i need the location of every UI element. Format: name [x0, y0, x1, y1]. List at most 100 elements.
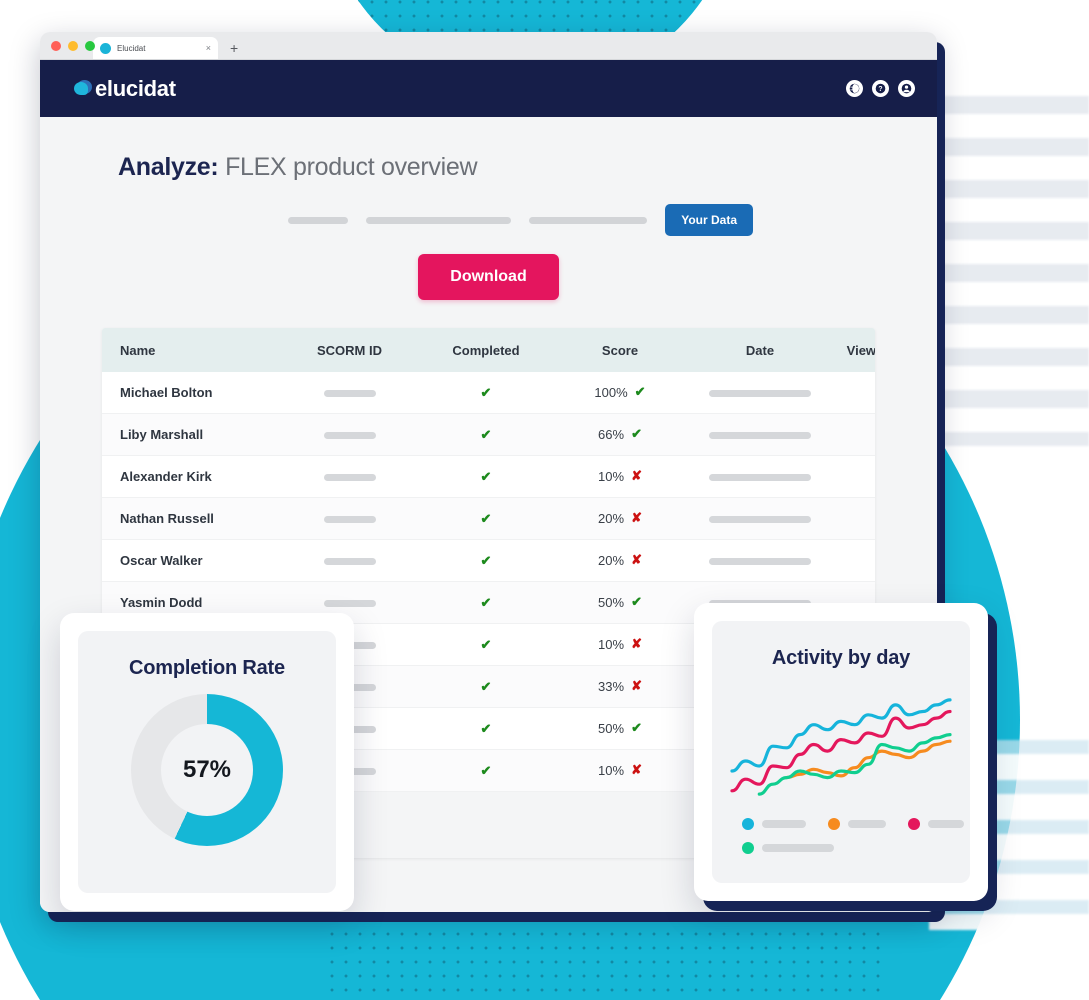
- cell-completed: ✔: [480, 678, 492, 694]
- table-row[interactable]: Oscar Walker ✔ 20% ✘: [102, 540, 875, 582]
- cell-name: Liby Marshall: [120, 427, 204, 442]
- column-header-date[interactable]: Date: [685, 343, 835, 358]
- globe-icon[interactable]: [846, 80, 863, 97]
- window-traffic-lights: [51, 41, 95, 51]
- page-title: Analyze: FLEX product overview: [40, 117, 937, 182]
- download-row: Download: [40, 236, 937, 300]
- cell-scorm-id: [282, 552, 417, 570]
- legend-item-3[interactable]: [908, 818, 964, 830]
- table-row[interactable]: Michael Bolton ✔ 100% ✔: [102, 372, 875, 414]
- completion-rate-donut: 57%: [131, 694, 283, 846]
- donut-value-label: 57%: [182, 756, 232, 783]
- white-corner-mask: [939, 0, 1089, 100]
- cell-view-answers[interactable]: [835, 509, 875, 529]
- cell-completed: ✔: [480, 426, 492, 442]
- cell-score: 10% ✘: [598, 468, 642, 484]
- legend-label-placeholder-2: [848, 820, 886, 828]
- legend-dot-orange: [828, 818, 840, 830]
- cell-scorm-id: [282, 510, 417, 528]
- your-data-button[interactable]: Your Data: [665, 204, 753, 236]
- cell-score: 20% ✘: [598, 510, 642, 526]
- page-title-prefix: Analyze:: [118, 153, 219, 181]
- cell-name: Michael Bolton: [120, 385, 213, 400]
- legend-item-1[interactable]: [742, 818, 806, 830]
- cell-completed: ✔: [480, 720, 492, 736]
- toolbar: Your Data: [40, 182, 937, 236]
- maximize-window-icon[interactable]: [85, 41, 95, 51]
- legend-dot-pink: [908, 818, 920, 830]
- activity-series-0: [730, 698, 952, 773]
- column-header-view-answers[interactable]: View Answers: [835, 343, 875, 358]
- minimize-window-icon[interactable]: [68, 41, 78, 51]
- cell-view-answers[interactable]: [835, 551, 875, 571]
- download-button[interactable]: Download: [418, 254, 559, 300]
- activity-card-inner: Activity by day: [712, 621, 970, 883]
- cell-score: 50% ✔: [598, 720, 642, 736]
- cell-score: 50% ✔: [598, 594, 642, 610]
- header-icon-group: ?: [846, 80, 915, 97]
- table-row[interactable]: Alexander Kirk ✔ 10% ✘: [102, 456, 875, 498]
- cell-score: 20% ✘: [598, 552, 642, 568]
- table-row[interactable]: Liby Marshall ✔ 66% ✔: [102, 414, 875, 456]
- cell-score: 10% ✘: [598, 762, 642, 778]
- cell-date: [685, 510, 835, 528]
- completion-rate-card-inner: Completion Rate 57%: [78, 631, 336, 893]
- donut-center: 57%: [161, 724, 253, 816]
- new-tab-button[interactable]: +: [230, 41, 238, 55]
- help-icon[interactable]: ?: [872, 80, 889, 97]
- legend-dot-green: [742, 842, 754, 854]
- table-header-row: Name SCORM ID Completed Score Date View …: [102, 328, 875, 372]
- cell-completed: ✔: [480, 510, 492, 526]
- cell-completed: ✔: [480, 384, 492, 400]
- activity-legend-row-1: [742, 818, 964, 830]
- legend-label-placeholder-1: [762, 820, 806, 828]
- svg-text:?: ?: [878, 86, 882, 93]
- close-tab-icon[interactable]: ×: [206, 43, 211, 53]
- close-window-icon[interactable]: [51, 41, 61, 51]
- cell-scorm-id: [282, 384, 417, 402]
- toolbar-placeholder-3: [529, 216, 648, 224]
- completion-rate-title: Completion Rate: [129, 657, 285, 679]
- legend-label-placeholder-3: [928, 820, 964, 828]
- cell-name: Yasmin Dodd: [120, 595, 203, 610]
- cell-scorm-id: [282, 426, 417, 444]
- legend-dot-cyan: [742, 818, 754, 830]
- completion-rate-card: Completion Rate 57%: [60, 613, 354, 911]
- column-header-scorm-id[interactable]: SCORM ID: [282, 343, 417, 358]
- cell-scorm-id: [282, 594, 417, 612]
- favicon-icon: [100, 42, 111, 54]
- account-icon[interactable]: [898, 80, 915, 97]
- column-header-name[interactable]: Name: [102, 343, 282, 358]
- column-header-score[interactable]: Score: [555, 343, 685, 358]
- table-row[interactable]: Nathan Russell ✔ 20% ✘: [102, 498, 875, 540]
- legend-item-4[interactable]: [742, 842, 834, 854]
- elucidat-logo[interactable]: elucidat: [74, 76, 176, 102]
- cell-completed: ✔: [480, 762, 492, 778]
- cell-view-answers[interactable]: [835, 467, 875, 487]
- legend-item-2[interactable]: [828, 818, 886, 830]
- cell-view-answers[interactable]: [835, 383, 875, 403]
- logo-wordmark: elucidat: [95, 75, 176, 101]
- cell-completed: ✔: [480, 636, 492, 652]
- cell-completed: ✔: [480, 552, 492, 568]
- browser-chrome: Elucidat × +: [40, 32, 937, 60]
- activity-legend-row-2: [742, 842, 940, 854]
- cell-date: [685, 384, 835, 402]
- cell-score: 100% ✔: [594, 384, 646, 400]
- legend-label-placeholder-4: [762, 844, 834, 852]
- tab-title: Elucidat: [117, 43, 146, 53]
- cell-view-answers[interactable]: [835, 425, 875, 445]
- cell-completed: ✔: [480, 468, 492, 484]
- column-header-completed[interactable]: Completed: [417, 343, 555, 358]
- cell-date: [685, 426, 835, 444]
- activity-series-1: [730, 709, 952, 793]
- page-title-main: FLEX product overview: [225, 153, 478, 181]
- activity-line-chart: [730, 698, 952, 796]
- cell-score: 10% ✘: [598, 636, 642, 652]
- cell-name: Oscar Walker: [120, 553, 203, 568]
- browser-tab[interactable]: Elucidat ×: [93, 37, 218, 59]
- activity-legend: [712, 818, 970, 866]
- activity-by-day-card: Activity by day: [694, 603, 988, 901]
- toolbar-placeholder-1: [288, 216, 349, 224]
- cell-scorm-id: [282, 468, 417, 486]
